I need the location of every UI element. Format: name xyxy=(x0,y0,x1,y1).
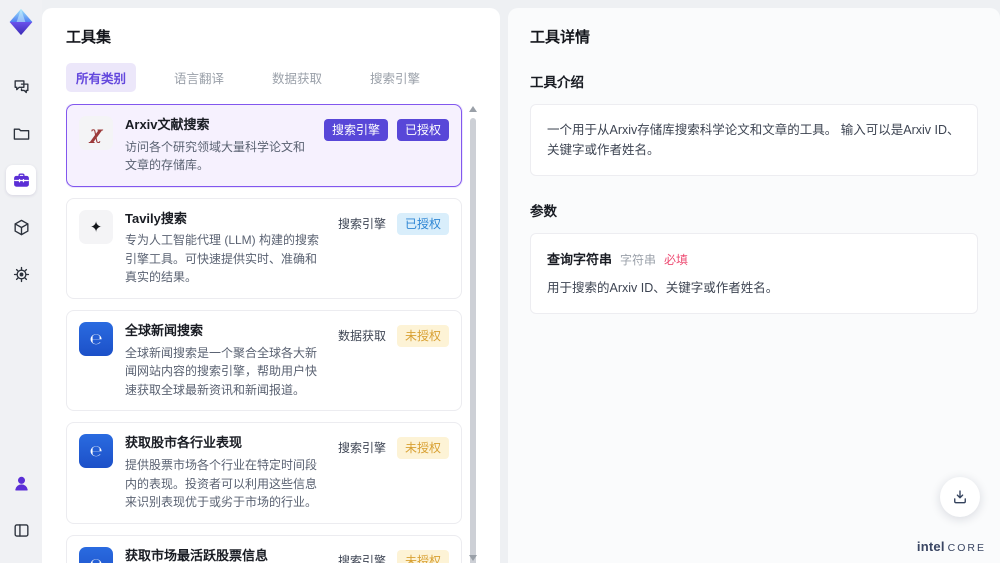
tool-card[interactable]: ℮ 全球新闻搜索 全球新闻搜索是一个聚合全球各大新闻网站内容的搜索引擎，帮助用户… xyxy=(66,310,462,412)
settings-icon xyxy=(13,266,29,282)
sidebar-collapse-button[interactable] xyxy=(6,515,36,545)
tool-description: 全球新闻搜索是一个聚合全球各大新闻网站内容的搜索引擎，帮助用户快速获取全球最新资… xyxy=(125,345,318,397)
intel-core-logo: intel core xyxy=(916,539,986,554)
list-scrollbar[interactable] xyxy=(468,104,478,563)
global-news-logo: ℮ xyxy=(89,330,103,349)
tool-icon: ℮ xyxy=(79,434,113,469)
tool-category-badge: 搜索引擎 xyxy=(337,216,386,231)
tool-intro-text: 一个用于从Arxiv存储库搜索科学论文和文章的工具。 输入可以是Arxiv ID… xyxy=(547,123,960,157)
chat-icon xyxy=(13,79,29,93)
tool-auth-badge: 未授权 xyxy=(396,437,449,460)
tool-description: 访问各个研究领域大量科学论文和文章的存储库。 xyxy=(125,139,306,173)
tab-active-category[interactable]: 所有类别 xyxy=(66,63,137,92)
scrollbar-thumb[interactable] xyxy=(470,118,476,563)
download-icon xyxy=(954,490,966,504)
tool-list: χ Arxiv文献搜索 访问各个研究领域大量科学论文和文章的存储库。 搜索引擎 … xyxy=(66,104,478,563)
icon-rail xyxy=(0,0,42,563)
sidebar-item-chat[interactable] xyxy=(6,71,36,101)
folder-icon xyxy=(13,127,29,140)
sidebar-item-tools[interactable] xyxy=(6,165,36,195)
tool-category-badge: 搜索引擎 xyxy=(337,441,386,456)
tool-list-panel: 工具集 所有类别 语言翻译 数据获取 搜索引擎 χ Arxiv文献搜索 访问各个研究领… xyxy=(42,8,500,563)
tool-card[interactable]: ℮ 获取股市各行业表现 提供股票市场各个行业在特定时间段内的表现。投资者可以利用… xyxy=(66,422,462,524)
tool-description: 提供股票市场各个行业在特定时间段内的表现。投资者可以利用这些信息来识别表现优于或… xyxy=(125,457,318,510)
tool-icon: ℮ xyxy=(79,546,113,563)
user-icon xyxy=(14,476,28,491)
tool-category-badge: 搜索引擎 xyxy=(337,553,386,563)
tool-name: 获取市场最活跃股票信息 xyxy=(125,547,269,563)
download-button[interactable] xyxy=(940,477,980,517)
scroll-down-icon[interactable] xyxy=(469,555,477,561)
tool-auth-badge: 未授权 xyxy=(396,325,449,348)
params-list: 查询字符串 字符串 必填用于搜索的Arxiv ID、关键字或作者姓名。 xyxy=(530,233,978,314)
tool-name: 获取股市各行业表现 xyxy=(125,435,243,451)
tool-auth-badge: 已授权 xyxy=(396,119,449,141)
tool-icon: χ xyxy=(79,116,113,150)
tavily-logo: ✦ xyxy=(89,218,103,236)
tool-icon: ℮ xyxy=(79,322,113,357)
params-heading: 参数 xyxy=(530,204,557,219)
tool-auth-badge: 未授权 xyxy=(396,549,449,563)
sidebar-item-settings[interactable] xyxy=(6,259,36,289)
tab-category[interactable]: 搜索引擎 xyxy=(360,63,430,92)
package-icon xyxy=(13,219,29,235)
tool-icon: ✦ xyxy=(79,209,113,244)
category-tabs: 所有类别 语言翻译 数据获取 搜索引擎 xyxy=(66,63,478,92)
panel-toggle-icon xyxy=(13,523,29,537)
param-required-badge: 必填 xyxy=(664,253,689,267)
stock-logo: ℮ xyxy=(90,555,103,563)
param-description: 用于搜索的Arxiv ID、关键字或作者姓名。 xyxy=(547,281,779,295)
toolbox-icon xyxy=(13,172,29,187)
scroll-up-icon[interactable] xyxy=(469,106,477,112)
tool-name: 全球新闻搜索 xyxy=(125,323,204,339)
tab-category[interactable]: 语言翻译 xyxy=(164,63,234,92)
intro-heading: 工具介绍 xyxy=(530,75,584,90)
tool-card[interactable]: χ Arxiv文献搜索 访问各个研究领域大量科学论文和文章的存储库。 搜索引擎 … xyxy=(66,104,462,187)
tool-description: 专为人工智能代理 (LLM) 构建的搜索引擎工具。可快速提供实时、准确和真实的结… xyxy=(125,233,320,285)
tool-category-badge: 数据获取 xyxy=(337,329,386,344)
sidebar-item-files[interactable] xyxy=(6,118,36,148)
tool-auth-badge: 已授权 xyxy=(396,212,449,235)
tool-name: Arxiv文献搜索 xyxy=(125,117,210,132)
sidebar-item-account[interactable] xyxy=(6,468,36,498)
stock-logo: ℮ xyxy=(89,442,103,461)
tab-category[interactable]: 数据获取 xyxy=(262,63,332,92)
param-name: 查询字符串 xyxy=(547,252,613,267)
page-title: 工具集 xyxy=(66,29,112,46)
sidebar-item-plugins[interactable] xyxy=(6,212,36,242)
arxiv-logo: χ xyxy=(89,122,103,144)
detail-title: 工具详情 xyxy=(530,29,591,46)
app-logo-icon xyxy=(9,8,33,36)
tool-card[interactable]: ℮ 获取市场最活跃股票信息 提供当天交易量最高的股票列表，投资者可以利用这些信息… xyxy=(66,534,462,563)
tool-card[interactable]: ✦ Tavily搜索 专为人工智能代理 (LLM) 构建的搜索引擎工具。可快速提… xyxy=(66,197,462,300)
app-window: 工具集 所有类别 语言翻译 数据获取 搜索引擎 χ Arxiv文献搜索 访问各个研究领… xyxy=(0,0,1000,563)
param-card: 查询字符串 字符串 必填用于搜索的Arxiv ID、关键字或作者姓名。 xyxy=(530,233,978,314)
param-type: 字符串 xyxy=(620,253,657,267)
tool-name: Tavily搜索 xyxy=(125,210,187,226)
tool-category-badge: 搜索引擎 xyxy=(323,119,388,141)
tool-detail-panel: 工具详情 工具介绍 一个用于从Arxiv存储库搜索科学论文和文章的工具。 输入可… xyxy=(508,8,1000,563)
